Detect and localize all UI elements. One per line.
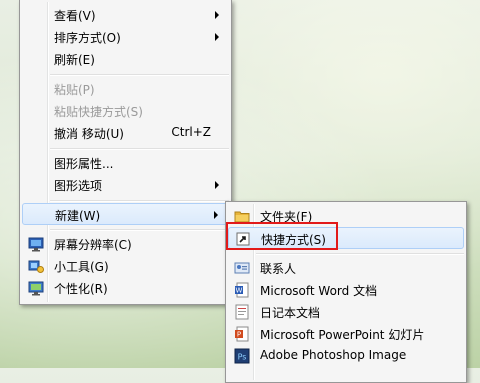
submenu-arrow-icon xyxy=(215,33,219,41)
menu-item-refresh-label: 刷新(E) xyxy=(54,53,95,67)
menu-separator xyxy=(50,229,229,231)
menu-item-personalize[interactable]: 个性化(R) xyxy=(22,277,229,299)
svg-text:P: P xyxy=(237,331,241,339)
menu-item-new-label: 新建(W) xyxy=(55,209,101,223)
word-document-icon: W xyxy=(234,282,250,298)
svg-text:W: W xyxy=(236,287,243,295)
submenu-item-powerpoint-label: Microsoft PowerPoint 幻灯片 xyxy=(260,328,425,342)
submenu-arrow-icon xyxy=(215,181,219,189)
menu-item-gadgets-label: 小工具(G) xyxy=(54,260,109,274)
submenu-arrow-icon xyxy=(214,211,218,219)
menu-item-undo-move-label: 撤消 移动(U) xyxy=(54,127,124,141)
submenu-item-word-document[interactable]: W Microsoft Word 文档 xyxy=(228,279,464,301)
menu-item-graphics-properties-label: 图形属性... xyxy=(54,157,114,171)
submenu-item-journal-document-label: 日记本文档 xyxy=(260,306,321,320)
contact-card-icon xyxy=(234,260,250,276)
submenu-item-photoshop-image[interactable]: Ps Adobe Photoshop Image xyxy=(228,345,464,367)
menu-item-graphics-options[interactable]: 图形选项 xyxy=(22,174,229,196)
journal-document-icon xyxy=(234,304,250,320)
personalize-icon xyxy=(28,280,44,296)
menu-item-view-label: 查看(V) xyxy=(54,9,96,23)
gadgets-icon xyxy=(28,258,44,274)
photoshop-icon: Ps xyxy=(234,348,250,364)
submenu-item-powerpoint[interactable]: P Microsoft PowerPoint 幻灯片 xyxy=(228,323,464,345)
menu-item-sort-by[interactable]: 排序方式(O) xyxy=(22,26,229,48)
desktop-context-menu: 查看(V) 排序方式(O) 刷新(E) 粘贴(P) 粘贴快捷方式(S) 撤消 移… xyxy=(19,0,232,305)
svg-text:Ps: Ps xyxy=(238,353,247,362)
submenu-item-contact-label: 联系人 xyxy=(260,262,297,276)
menu-item-paste-label: 粘贴(P) xyxy=(54,83,95,97)
submenu-item-contact[interactable]: 联系人 xyxy=(228,257,464,279)
menu-item-paste-shortcut[interactable]: 粘贴快捷方式(S) xyxy=(22,100,229,122)
shortcut-highlight-box xyxy=(226,222,338,250)
menu-separator xyxy=(256,253,464,255)
submenu-item-journal-document[interactable]: 日记本文档 xyxy=(228,301,464,323)
menu-item-sort-by-label: 排序方式(O) xyxy=(54,31,121,45)
submenu-item-photoshop-image-label: Adobe Photoshop Image xyxy=(260,348,407,362)
menu-item-paste-shortcut-label: 粘贴快捷方式(S) xyxy=(54,105,143,119)
menu-separator xyxy=(50,74,229,76)
menu-item-gadgets[interactable]: 小工具(G) xyxy=(22,255,229,277)
menu-item-new[interactable]: 新建(W) xyxy=(22,203,229,225)
menu-separator xyxy=(50,148,229,150)
menu-item-graphics-properties[interactable]: 图形属性... xyxy=(22,152,229,174)
menu-separator xyxy=(50,200,229,202)
menu-item-paste[interactable]: 粘贴(P) xyxy=(22,78,229,100)
menu-item-undo-move[interactable]: 撤消 移动(U) Ctrl+Z xyxy=(22,122,229,144)
menu-item-screen-resolution-label: 屏幕分辨率(C) xyxy=(54,238,132,252)
submenu-item-word-document-label: Microsoft Word 文档 xyxy=(260,284,378,298)
submenu-arrow-icon xyxy=(215,11,219,19)
menu-item-personalize-label: 个性化(R) xyxy=(54,282,108,296)
menu-item-screen-resolution[interactable]: 屏幕分辨率(C) xyxy=(22,233,229,255)
monitor-icon xyxy=(28,236,44,252)
powerpoint-icon: P xyxy=(234,326,250,342)
menu-item-view[interactable]: 查看(V) xyxy=(22,4,229,26)
menu-item-undo-shortcut: Ctrl+Z xyxy=(171,125,211,139)
menu-item-graphics-options-label: 图形选项 xyxy=(54,179,103,193)
menu-item-refresh[interactable]: 刷新(E) xyxy=(22,48,229,70)
